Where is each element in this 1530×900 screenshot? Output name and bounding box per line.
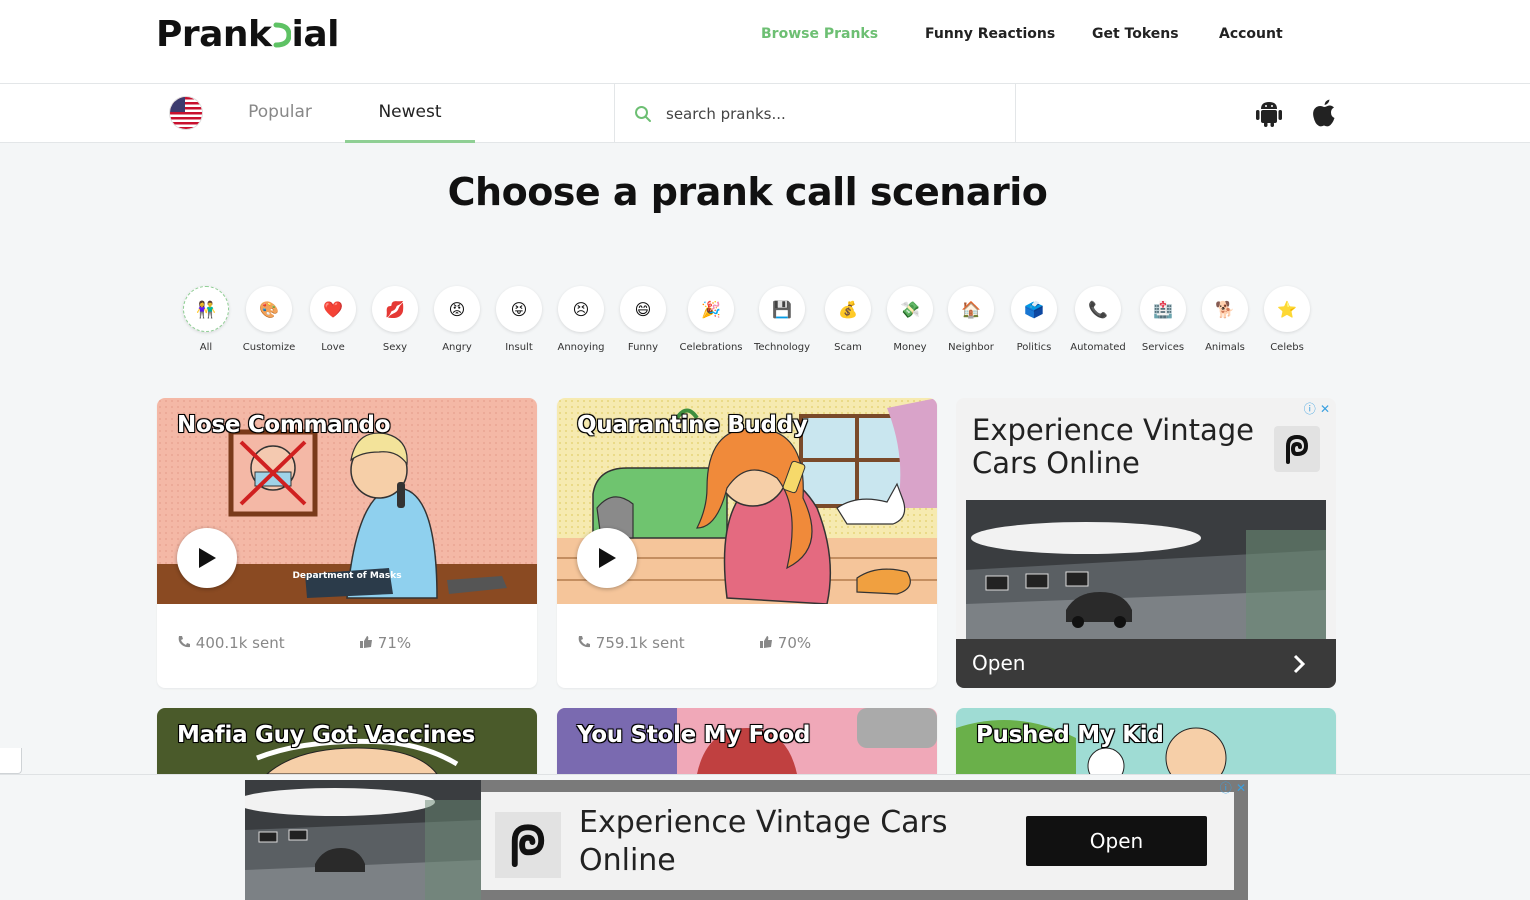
category-label: Celebrations xyxy=(679,342,743,353)
category-label: Scam xyxy=(834,342,862,353)
flying-money-icon: 💸 xyxy=(887,286,933,332)
prank-title: Nose Commando xyxy=(177,412,391,438)
ad-open-button[interactable]: Open xyxy=(1026,816,1207,866)
prank-stats: 759.1k sent 70% xyxy=(577,634,917,654)
prank-title: Pushed My Kid xyxy=(976,722,1164,748)
category-label: Services xyxy=(1141,342,1185,353)
category-label: Money xyxy=(893,342,927,353)
ad-brand-logo-icon xyxy=(495,812,561,878)
nav-account[interactable]: Account xyxy=(1219,26,1283,42)
party-popper-icon: 🎉 xyxy=(688,286,734,332)
divider xyxy=(1015,84,1016,143)
tab-newest[interactable]: Newest xyxy=(345,84,475,143)
divider xyxy=(614,84,615,143)
nav-browse-pranks[interactable]: Browse Pranks xyxy=(761,26,878,42)
palette-icon: 🎨 xyxy=(246,286,292,332)
category-label: Love xyxy=(321,342,345,353)
ad-title: Experience Vintage Cars Online xyxy=(972,413,1254,480)
ad-choices-icon[interactable]: ⓘ ✕ xyxy=(1220,779,1246,796)
ballot-box-icon: 🗳️ xyxy=(1011,286,1057,332)
phone-icon xyxy=(578,636,590,648)
sent-count: 400.1k sent xyxy=(177,634,285,652)
category-label: Neighbor xyxy=(948,342,994,353)
angry-face-icon: 😡 xyxy=(434,286,480,332)
category-label: Automated xyxy=(1070,342,1126,353)
prank-card[interactable]: Pushed My Kid xyxy=(956,708,1336,774)
play-icon xyxy=(199,548,216,568)
house-icon: 🏠 xyxy=(948,286,994,332)
page-title: Choose a prank call scenario xyxy=(447,170,1048,214)
us-flag-icon[interactable] xyxy=(170,97,202,129)
ad-title: Experience Vintage Cars Online xyxy=(579,805,948,878)
bottom-ad[interactable]: Experience Vintage Cars Online Open ⓘ ✕ xyxy=(235,779,1248,900)
category-label: Annoying xyxy=(557,342,605,353)
prank-card[interactable]: Quarantine Buddy 759.1k sent 70% xyxy=(557,398,937,688)
site-header: Prank ial Browse Pranks Funny Reactions … xyxy=(0,0,1530,84)
category-label: Celebs xyxy=(1270,342,1304,353)
category-celebs[interactable]: ⭐ Celebs xyxy=(1247,286,1327,353)
category-label: Funny xyxy=(627,342,659,353)
category-label: Politics xyxy=(1016,342,1052,353)
play-button[interactable] xyxy=(577,528,637,588)
persevering-face-icon: 😣 xyxy=(558,286,604,332)
prank-card[interactable]: Mafia Guy Got Vaccines xyxy=(157,708,537,774)
prank-card[interactable]: You Stole My Food xyxy=(557,708,937,774)
money-bag-icon: 💰 xyxy=(825,286,871,332)
phone-icon: 📞 xyxy=(1075,286,1121,332)
chevron-right-icon xyxy=(1293,654,1306,674)
rating: 70% xyxy=(759,634,811,652)
android-icon[interactable] xyxy=(1255,98,1283,128)
star-icon: ⭐ xyxy=(1264,286,1310,332)
ad-image xyxy=(966,500,1326,640)
ad-panel: Experience Vintage Cars Online Open xyxy=(481,792,1234,890)
thumbs-up-icon xyxy=(360,636,372,648)
apple-icon[interactable] xyxy=(1310,98,1338,128)
category-label: Angry xyxy=(442,342,472,353)
phone-icon xyxy=(178,636,190,648)
filter-bar: Popular Newest xyxy=(0,84,1530,143)
prank-title: Mafia Guy Got Vaccines xyxy=(177,722,476,748)
category-label: Animals xyxy=(1205,342,1245,353)
main-nav: Browse Pranks Funny Reactions Get Tokens… xyxy=(0,26,1530,46)
play-icon xyxy=(599,548,616,568)
category-label: Technology xyxy=(753,342,810,353)
search-box xyxy=(634,101,994,127)
thumbs-up-icon xyxy=(760,636,772,648)
prank-card[interactable]: Department of Masks Nose Commando 400.1k… xyxy=(157,398,537,688)
category-label: All xyxy=(199,342,213,353)
category-label: Customize xyxy=(242,342,296,353)
prank-title: Quarantine Buddy xyxy=(577,412,808,438)
lips-icon: 💋 xyxy=(372,286,418,332)
heart-icon: ❤️ xyxy=(310,286,356,332)
side-tab[interactable] xyxy=(0,748,22,774)
hospital-icon: 🏥 xyxy=(1140,286,1186,332)
tab-popular[interactable]: Popular xyxy=(235,84,325,143)
nav-get-tokens[interactable]: Get Tokens xyxy=(1092,26,1179,42)
department-of-masks-sign: Department of Masks xyxy=(292,571,401,581)
people-icon: 👫 xyxy=(183,286,229,332)
search-icon xyxy=(635,106,651,122)
floppy-disk-icon: 💾 xyxy=(759,286,805,332)
laughing-face-icon: 😄 xyxy=(620,286,666,332)
category-label: Insult xyxy=(505,342,533,353)
dog-icon: 🐕 xyxy=(1202,286,1248,332)
search-input[interactable] xyxy=(666,105,966,123)
ad-choices-icon[interactable]: ⓘ ✕ xyxy=(1304,400,1330,417)
prank-title: You Stole My Food xyxy=(577,722,811,748)
prank-stats: 400.1k sent 71% xyxy=(177,634,517,654)
play-button[interactable] xyxy=(177,528,237,588)
tongue-face-icon: 😝 xyxy=(496,286,542,332)
rating: 71% xyxy=(359,634,411,652)
ad-image xyxy=(235,780,481,900)
ad-brand-logo-icon xyxy=(1274,426,1320,472)
category-list: 👫 All 🎨 Customize ❤️ Love 💋 Sexy 😡 Angry… xyxy=(0,286,1530,366)
nav-funny-reactions[interactable]: Funny Reactions xyxy=(925,26,1055,42)
sent-count: 759.1k sent xyxy=(577,634,685,652)
category-label: Sexy xyxy=(382,342,408,353)
ad-open-button[interactable]: Open xyxy=(956,639,1336,688)
ad-card[interactable]: ⓘ ✕ Experience Vintage Cars Online Open xyxy=(956,398,1336,688)
category-celebrations[interactable]: 🎉 Celebrations xyxy=(671,286,751,353)
